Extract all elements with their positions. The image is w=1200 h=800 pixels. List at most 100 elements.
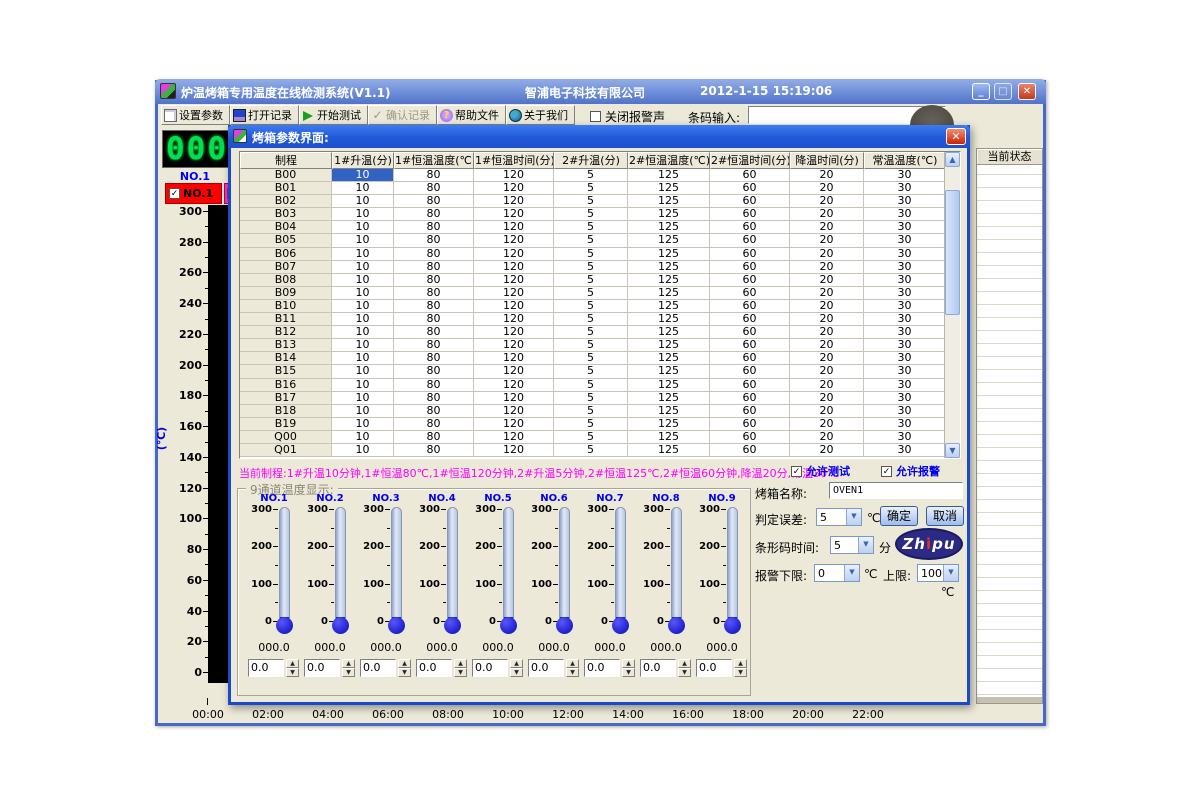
value-cell[interactable]: 60 (710, 365, 790, 378)
row-id-cell[interactable]: B11 (240, 313, 332, 326)
value-cell[interactable]: 30 (864, 379, 946, 392)
value-cell[interactable]: 125 (628, 274, 710, 287)
value-cell[interactable]: 80 (394, 431, 474, 444)
row-id-cell[interactable]: B04 (240, 221, 332, 234)
value-cell[interactable]: 5 (554, 392, 628, 405)
value-cell[interactable]: 125 (628, 379, 710, 392)
value-cell[interactable]: 120 (474, 221, 554, 234)
spinner-down-icon[interactable]: ▼ (342, 668, 355, 677)
setpoint-spinner[interactable]: 0.0 ▲ ▼ (584, 659, 636, 677)
value-cell[interactable]: 80 (394, 313, 474, 326)
value-cell[interactable]: 30 (864, 234, 946, 247)
table-row[interactable]: B1010801205125602030 (240, 300, 960, 313)
value-cell[interactable]: 5 (554, 261, 628, 274)
value-cell[interactable]: 10 (332, 313, 394, 326)
value-cell[interactable]: 10 (332, 300, 394, 313)
value-cell[interactable]: 120 (474, 287, 554, 300)
value-cell[interactable]: 80 (394, 169, 474, 182)
close-button[interactable]: ✕ (1018, 83, 1036, 100)
value-cell[interactable]: 5 (554, 418, 628, 431)
scrollbar-thumb[interactable] (945, 190, 960, 315)
value-cell[interactable]: 5 (554, 195, 628, 208)
value-cell[interactable]: 30 (864, 261, 946, 274)
setpoint-input[interactable]: 0.0 (696, 659, 732, 677)
value-cell[interactable]: 10 (332, 326, 394, 339)
value-cell[interactable]: 5 (554, 208, 628, 221)
spinner-up-icon[interactable]: ▲ (734, 659, 747, 668)
spinner-up-icon[interactable]: ▲ (286, 659, 299, 668)
value-cell[interactable]: 120 (474, 418, 554, 431)
help-button[interactable]: ? 帮助文件 (437, 105, 506, 125)
value-cell[interactable]: 120 (474, 234, 554, 247)
value-cell[interactable]: 20 (790, 392, 864, 405)
value-cell[interactable]: 10 (332, 182, 394, 195)
value-cell[interactable]: 20 (790, 287, 864, 300)
setpoint-input[interactable]: 0.0 (304, 659, 340, 677)
value-cell[interactable]: 125 (628, 392, 710, 405)
value-cell[interactable]: 60 (710, 287, 790, 300)
value-cell[interactable]: 120 (474, 182, 554, 195)
value-cell[interactable]: 20 (790, 444, 864, 457)
value-cell[interactable]: 125 (628, 418, 710, 431)
checkbox-icon[interactable]: ✓ (169, 188, 180, 199)
value-cell[interactable]: 125 (628, 261, 710, 274)
mute-alarm-checkbox[interactable]: 关闭报警声 (590, 108, 665, 125)
value-cell[interactable]: 20 (790, 169, 864, 182)
value-cell[interactable]: 10 (332, 379, 394, 392)
scroll-up-icon[interactable]: ▲ (945, 152, 960, 167)
value-cell[interactable]: 10 (332, 248, 394, 261)
value-cell[interactable]: 125 (628, 169, 710, 182)
value-cell[interactable]: 60 (710, 248, 790, 261)
spinner-down-icon[interactable]: ▼ (510, 668, 523, 677)
channel1-checkbox[interactable]: ✓ NO.1 (165, 183, 222, 204)
value-cell[interactable]: 120 (474, 392, 554, 405)
table-row[interactable]: B1310801205125602030 (240, 339, 960, 352)
value-cell[interactable]: 60 (710, 195, 790, 208)
row-id-cell[interactable]: B10 (240, 300, 332, 313)
value-cell[interactable]: 125 (628, 195, 710, 208)
value-cell[interactable]: 20 (790, 405, 864, 418)
value-cell[interactable]: 60 (710, 339, 790, 352)
value-cell[interactable]: 5 (554, 326, 628, 339)
value-cell[interactable]: 120 (474, 339, 554, 352)
value-cell[interactable]: 30 (864, 274, 946, 287)
value-cell[interactable]: 80 (394, 444, 474, 457)
value-cell[interactable]: 80 (394, 287, 474, 300)
table-row[interactable]: B1610801205125602030 (240, 379, 960, 392)
barcode-time-select[interactable]: 5 ▼ (830, 536, 874, 554)
value-cell[interactable]: 20 (790, 208, 864, 221)
value-cell[interactable]: 60 (710, 444, 790, 457)
scroll-down-icon[interactable]: ▼ (945, 443, 960, 458)
allow-test-checkbox[interactable]: ✓ 允许测试 (791, 463, 850, 479)
value-cell[interactable]: 5 (554, 169, 628, 182)
table-row[interactable]: B0610801205125602030 (240, 248, 960, 261)
value-cell[interactable]: 80 (394, 274, 474, 287)
value-cell[interactable]: 125 (628, 339, 710, 352)
value-cell[interactable]: 30 (864, 418, 946, 431)
value-cell[interactable]: 125 (628, 300, 710, 313)
dialog-close-button[interactable]: ✕ (946, 128, 966, 145)
value-cell[interactable]: 30 (864, 339, 946, 352)
value-cell[interactable]: 80 (394, 182, 474, 195)
value-cell[interactable]: 10 (332, 287, 394, 300)
row-id-cell[interactable]: B12 (240, 326, 332, 339)
value-cell[interactable]: 60 (710, 379, 790, 392)
value-cell[interactable]: 5 (554, 274, 628, 287)
minimize-button[interactable]: _ (972, 83, 990, 100)
value-cell[interactable]: 80 (394, 208, 474, 221)
value-cell[interactable]: 30 (864, 221, 946, 234)
value-cell[interactable]: 80 (394, 234, 474, 247)
value-cell[interactable]: 125 (628, 431, 710, 444)
value-cell[interactable]: 120 (474, 261, 554, 274)
value-cell[interactable]: 120 (474, 352, 554, 365)
value-cell[interactable]: 10 (332, 169, 394, 182)
value-cell[interactable]: 125 (628, 248, 710, 261)
spinner-down-icon[interactable]: ▼ (398, 668, 411, 677)
maximize-button[interactable]: □ (994, 83, 1012, 100)
value-cell[interactable]: 120 (474, 326, 554, 339)
dialog-titlebar[interactable]: 烤箱参数界面: ✕ (228, 125, 970, 148)
spinner-down-icon[interactable]: ▼ (678, 668, 691, 677)
value-cell[interactable]: 30 (864, 287, 946, 300)
value-cell[interactable]: 10 (332, 365, 394, 378)
row-id-cell[interactable]: B05 (240, 234, 332, 247)
